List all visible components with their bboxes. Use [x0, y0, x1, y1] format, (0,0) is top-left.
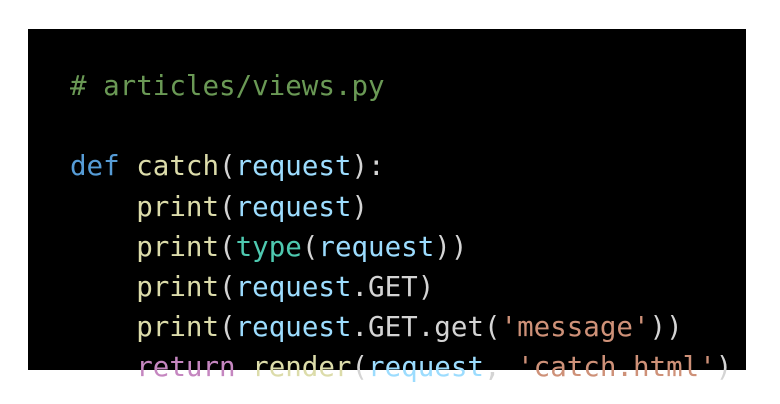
- code-token-variable: request: [318, 230, 435, 263]
- code-token-control: return: [136, 351, 236, 384]
- code-token-string: 'catch.html': [517, 351, 716, 384]
- code-token-punctuation: )): [434, 230, 468, 263]
- code-token-punctuation: (: [219, 190, 236, 223]
- code-token-punctuation: (: [219, 311, 236, 344]
- code-line: def catch(request):: [70, 146, 732, 186]
- code-token-punctuation: [70, 191, 136, 223]
- code-token-function: print: [136, 270, 220, 303]
- code-line: return render(request, 'catch.html'): [70, 347, 732, 387]
- code-line: # articles/views.py: [70, 66, 732, 106]
- code-token-variable: request: [235, 150, 352, 183]
- code-token-punctuation: (: [351, 351, 369, 384]
- code-token-punctuation: [70, 311, 136, 343]
- code-line: print(request.GET.get('message')): [70, 307, 732, 347]
- code-token-punctuation: ):: [351, 150, 385, 183]
- code-lines: # articles/views.py def catch(request): …: [70, 66, 732, 388]
- code-token-function: print: [136, 190, 220, 223]
- code-line: print(type(request)): [70, 227, 732, 267]
- code-block: # articles/views.py def catch(request): …: [28, 29, 746, 383]
- code-token-punctuation: .GET.get(: [351, 311, 501, 344]
- code-token-function: render: [252, 351, 352, 384]
- code-line: print(request): [70, 187, 732, 227]
- code-token-punctuation: [70, 231, 136, 263]
- code-line: print(request.GET): [70, 267, 732, 307]
- code-token-punctuation: (: [219, 150, 236, 183]
- code-token-keyword: def: [70, 150, 120, 183]
- code-token-punctuation: (: [219, 270, 236, 303]
- code-token-punctuation: ,: [483, 351, 518, 384]
- code-token-punctuation: (: [301, 230, 319, 263]
- code-token-comment: # articles/views.py: [70, 70, 385, 102]
- code-token-variable: request: [235, 190, 352, 223]
- code-token-punctuation: [70, 271, 136, 303]
- code-token-punctuation: ): [351, 190, 369, 223]
- code-token-variable: request: [235, 311, 352, 344]
- code-token-function: print: [136, 230, 220, 263]
- code-token-type: type: [235, 230, 302, 263]
- code-token-punctuation: [236, 351, 253, 383]
- code-token-punctuation: (: [219, 230, 236, 263]
- code-token-punctuation: .GET): [351, 270, 435, 303]
- code-token-punctuation: ): [715, 351, 733, 384]
- code-token-function: catch: [136, 150, 220, 183]
- code-token-function: print: [136, 311, 220, 344]
- code-token-variable: request: [368, 351, 484, 384]
- code-token-string: 'message': [500, 311, 650, 344]
- code-token-punctuation: )): [649, 311, 683, 344]
- code-token-punctuation: [70, 351, 136, 383]
- code-token-punctuation: [120, 150, 137, 182]
- code-token-variable: request: [235, 270, 352, 303]
